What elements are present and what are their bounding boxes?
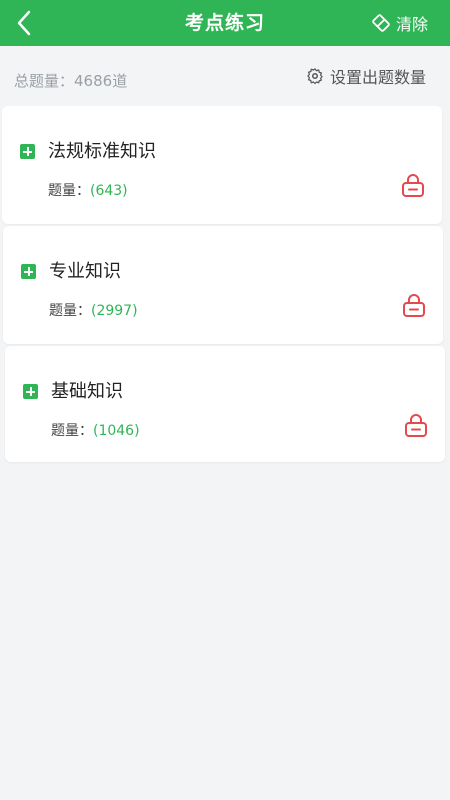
count-value: (2997) (91, 303, 138, 319)
category-title: 法规标准知识 (48, 141, 156, 162)
category-card-basic[interactable]: 基础知识 题量：(1046) (5, 346, 445, 462)
category-card-professional[interactable]: 专业知识 题量：(2997) (3, 226, 443, 344)
clear-button[interactable]: 清除 (371, 10, 428, 36)
count-label: 题量： (51, 423, 93, 439)
count-value: (1046) (93, 423, 140, 439)
plus-icon[interactable] (23, 384, 38, 399)
question-count: 题量：(643) (48, 180, 128, 200)
plus-icon[interactable] (21, 264, 36, 279)
lock-icon[interactable] (403, 412, 429, 438)
app-header: 考点练习 清除 (0, 0, 450, 46)
total-unit: 道 (112, 72, 128, 90)
lock-icon[interactable] (401, 292, 427, 318)
clear-label: 清除 (395, 15, 428, 34)
total-count: 4686 (74, 72, 113, 90)
summary-bar: 总题量：4686道 设置出题数量 (0, 46, 450, 108)
count-label: 题量： (49, 303, 91, 319)
category-card-regulations[interactable]: 法规标准知识 题量：(643) (2, 106, 442, 224)
category-title: 专业知识 (49, 261, 121, 282)
lock-icon[interactable] (400, 172, 426, 198)
total-questions: 总题量：4686道 (14, 70, 127, 91)
gear-icon (307, 68, 323, 85)
eraser-icon (372, 14, 390, 32)
total-label: 总题量： (14, 72, 75, 90)
count-label: 题量： (48, 183, 90, 199)
settings-label: 设置出题数量 (329, 68, 426, 87)
question-count: 题量：(2997) (49, 300, 138, 320)
category-title: 基础知识 (51, 381, 123, 402)
set-question-count-button[interactable]: 设置出题数量 (306, 64, 426, 88)
plus-icon[interactable] (20, 144, 35, 159)
question-count: 题量：(1046) (51, 420, 140, 440)
count-value: (643) (90, 183, 128, 199)
